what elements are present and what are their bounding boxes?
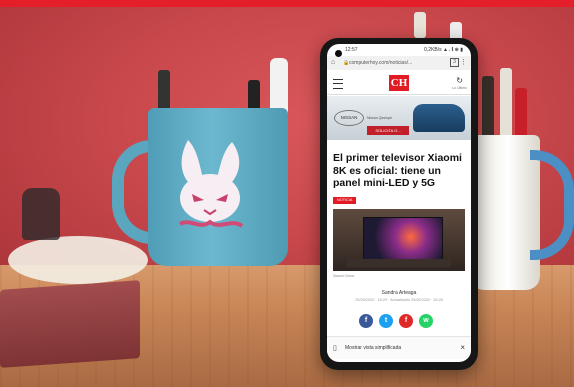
- hamburger-menu-icon[interactable]: [333, 79, 343, 89]
- flipboard-share-icon[interactable]: f: [399, 314, 413, 328]
- refresh-label: Lo Último: [452, 86, 467, 90]
- reader-mode-icon: ▯: [333, 345, 337, 352]
- site-logo[interactable]: CH: [389, 75, 409, 91]
- article-dates: 29/09/2020 · 15:20 · Actualizado 29/09/2…: [355, 298, 443, 302]
- article-tag[interactable]: NOTICIA: [333, 197, 357, 204]
- ad-cta-button[interactable]: SOLICITA O...: [367, 126, 409, 135]
- status-time: 12:57: [345, 47, 358, 53]
- tv-image: [363, 217, 443, 261]
- nissan-ad-banner[interactable]: NISSAN Nissan Qashqai SOLICITA O...: [327, 96, 471, 140]
- article-headline[interactable]: El primer televisor Xiaomi 8K es oficial…: [333, 152, 467, 190]
- more-menu-icon[interactable]: ⋮: [460, 58, 467, 66]
- ad-brand: NISSAN: [334, 110, 364, 126]
- simplified-view-label[interactable]: Mostrar vista simplificada: [345, 345, 401, 351]
- red-laptop: [0, 280, 140, 368]
- car-image: [413, 104, 465, 132]
- pencil: [414, 12, 426, 38]
- facebook-share-icon[interactable]: f: [359, 314, 373, 328]
- refresh-icon[interactable]: ↻: [456, 76, 463, 85]
- tab-count-button[interactable]: 3: [450, 58, 459, 67]
- close-icon[interactable]: ×: [460, 343, 465, 352]
- simplified-view-bar[interactable]: ▯ Mostrar vista simplificada ×: [327, 336, 471, 359]
- whatsapp-share-icon[interactable]: w: [419, 314, 433, 328]
- tv-stand: [347, 259, 451, 267]
- front-camera: [335, 50, 342, 57]
- home-icon[interactable]: ⌂: [331, 59, 335, 66]
- browser-url-bar[interactable]: ⌂ 🔒 computerhoy.com/noticias/... 3 ⋮: [327, 56, 471, 70]
- pencil: [515, 88, 527, 138]
- photo-credit: Xiaomi China: [333, 274, 354, 278]
- status-icons: 0,2KB/s ▲ ᵢ 𝗹 ⊛ ▮: [424, 47, 463, 53]
- article-photo[interactable]: [333, 209, 465, 271]
- white-plate: [8, 236, 148, 284]
- site-header: CH ↻ Lo Último: [327, 72, 471, 95]
- bunny-logo-icon: [178, 140, 244, 228]
- url-text[interactable]: computerhoy.com/noticias/...: [349, 60, 412, 66]
- twitter-share-icon[interactable]: t: [379, 314, 393, 328]
- article-author[interactable]: Sandra Arteaga: [327, 290, 471, 296]
- top-accent-bar: [0, 0, 574, 7]
- black-figure: [22, 188, 60, 240]
- phone-screen: 12:57 0,2KB/s ▲ ᵢ 𝗹 ⊛ ▮ ⌂ 🔒 computerhoy.…: [327, 44, 471, 362]
- pencil: [482, 76, 494, 138]
- status-bar: 12:57 0,2KB/s ▲ ᵢ 𝗹 ⊛ ▮: [327, 44, 471, 54]
- share-buttons: f t f w: [359, 312, 439, 330]
- ad-subtitle: Nissan Qashqai: [367, 116, 392, 120]
- photo-scene: 12:57 0,2KB/s ▲ ᵢ 𝗹 ⊛ ▮ ⌂ 🔒 computerhoy.…: [0, 0, 574, 387]
- pencil: [500, 68, 512, 140]
